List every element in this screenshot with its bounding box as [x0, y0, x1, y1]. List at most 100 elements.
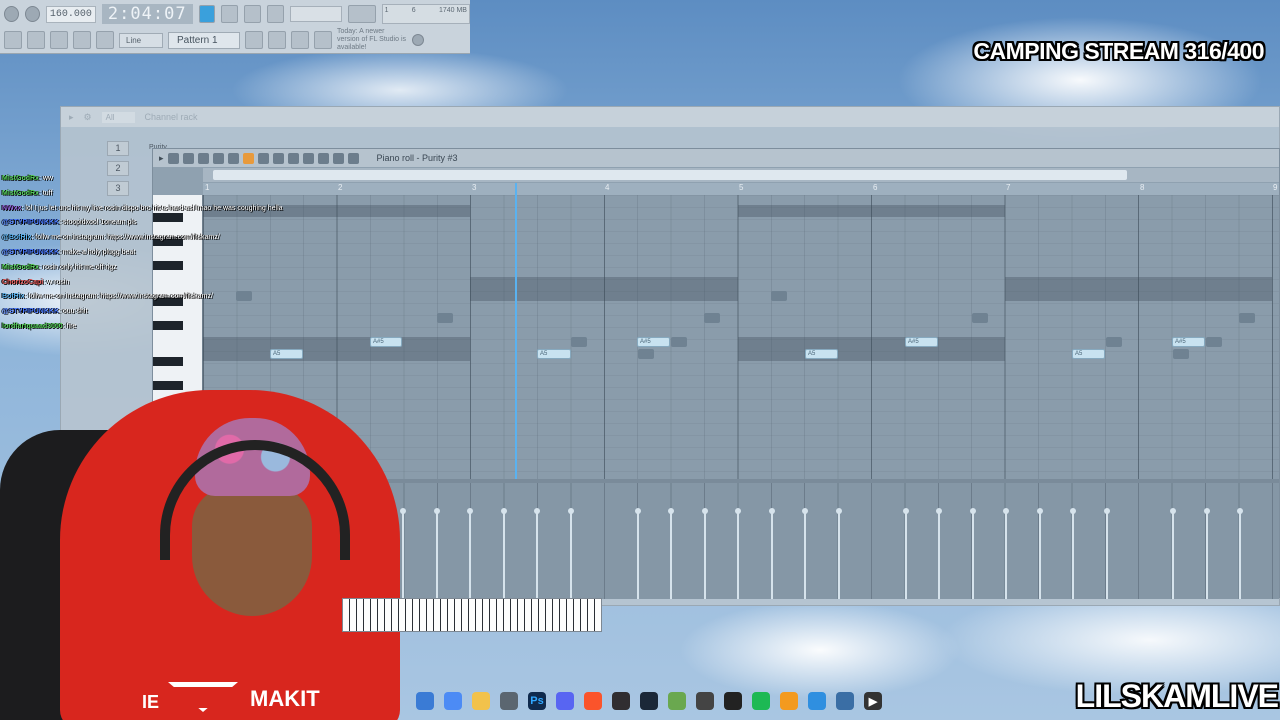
velocity-stem[interactable]	[467, 508, 473, 599]
velocity-stem[interactable]	[802, 508, 808, 599]
menu-arrow-icon[interactable]: ▸	[159, 153, 164, 164]
velocity-stem[interactable]	[1070, 508, 1076, 599]
ghost-lane	[1005, 277, 1272, 301]
master-volume-slider[interactable]	[347, 5, 376, 23]
velocity-stem[interactable]	[702, 508, 708, 599]
velocity-stem[interactable]	[501, 508, 507, 599]
velocity-stem[interactable]	[1170, 508, 1176, 599]
play-icon[interactable]	[182, 152, 194, 164]
brave-icon[interactable]	[584, 692, 602, 710]
chat-username[interactable]: MistGodRx	[2, 175, 39, 182]
mixer-icon[interactable]	[27, 31, 45, 49]
playback-tool-icon[interactable]	[347, 152, 359, 164]
edge-icon[interactable]	[808, 692, 826, 710]
note-a-sharp-5[interactable]: A#5	[637, 337, 670, 347]
piano-roll-shortcut-icon[interactable]	[245, 31, 263, 49]
pattern-selector[interactable]: Pattern 1	[168, 31, 240, 49]
folder-icon[interactable]	[472, 692, 490, 710]
chat-username[interactable]: NWxx	[2, 205, 21, 212]
chat-username[interactable]: MistGodRx	[2, 190, 39, 197]
song-mode-button[interactable]	[221, 5, 239, 23]
layers-icon[interactable]	[668, 692, 686, 710]
stop-button[interactable]	[4, 6, 19, 22]
chat-username[interactable]: @BotRix	[2, 234, 31, 241]
loop-icon[interactable]	[212, 152, 224, 164]
velocity-stem[interactable]	[769, 508, 775, 599]
spotify-icon[interactable]	[752, 692, 770, 710]
snap-icon[interactable]	[4, 31, 22, 49]
paint-tool-icon[interactable]	[257, 152, 269, 164]
undo-icon[interactable]	[227, 152, 239, 164]
discord-icon[interactable]	[556, 692, 574, 710]
capcut-icon[interactable]	[724, 692, 742, 710]
chat-username[interactable]: lordfartquaad3000	[2, 323, 63, 330]
online-icon[interactable]	[314, 31, 332, 49]
chat-username[interactable]: BotRix	[2, 293, 25, 300]
notepad-icon[interactable]	[836, 692, 854, 710]
record-button[interactable]	[24, 6, 40, 22]
note-a-sharp-5[interactable]: A#5	[1172, 337, 1205, 347]
channel-filter-select[interactable]: All	[101, 111, 135, 123]
velocity-stem[interactable]	[1003, 508, 1009, 599]
chat-username[interactable]: @STYPIPUNKKK	[2, 249, 59, 256]
plugin-picker-icon[interactable]	[96, 31, 114, 49]
chat-username[interactable]: ChorizoCapi	[2, 279, 43, 286]
chat-username[interactable]: MistGodRx	[2, 264, 39, 271]
chat-message: @STYPIPUNKKK: make a holy plugg beat	[2, 246, 422, 261]
velocity-stem[interactable]	[1204, 508, 1210, 599]
snap-select[interactable]: Line	[119, 32, 163, 48]
fl-studio-icon[interactable]	[780, 692, 798, 710]
metronome-button[interactable]	[244, 5, 261, 23]
velocity-stem[interactable]	[836, 508, 842, 599]
zoom-tool-icon[interactable]	[332, 152, 344, 164]
note-a-sharp-5[interactable]: A#5	[905, 337, 938, 347]
note-a-5[interactable]: A5	[805, 349, 838, 359]
wait-record-button[interactable]	[266, 5, 284, 23]
velocity-stem[interactable]	[936, 508, 942, 599]
velocity-stem[interactable]	[534, 508, 540, 599]
note-a-5[interactable]: A5	[1072, 349, 1105, 359]
tempo-display[interactable]: 160.000	[45, 5, 96, 23]
note-a-sharp-5[interactable]: A#5	[370, 337, 402, 347]
velocity-stem[interactable]	[1104, 508, 1110, 599]
pattern-mode-button[interactable]	[198, 5, 216, 23]
velocity-stem[interactable]	[635, 508, 641, 599]
file-explorer-icon[interactable]	[416, 692, 434, 710]
browser-icon[interactable]	[73, 31, 91, 49]
update-icon[interactable]	[412, 34, 424, 46]
playlist-icon[interactable]	[50, 31, 68, 49]
channel-rack-menu-icon[interactable]: ▸	[69, 112, 74, 123]
record-icon[interactable]	[197, 152, 209, 164]
photoshop-icon[interactable]: Ps	[528, 692, 546, 710]
delete-tool-icon[interactable]	[272, 152, 284, 164]
chrome-icon[interactable]	[444, 692, 462, 710]
apple-music-icon[interactable]	[696, 692, 714, 710]
steam-icon[interactable]	[640, 692, 658, 710]
mixer-shortcut-icon[interactable]	[291, 31, 309, 49]
clipboard-icon[interactable]	[500, 692, 518, 710]
note-a-5[interactable]: A5	[537, 349, 571, 359]
channel-rack-settings-icon[interactable]: ⚙	[84, 112, 92, 123]
media-player-icon[interactable]: ▶	[864, 692, 882, 710]
channel-rack-shortcut-icon[interactable]	[268, 31, 286, 49]
velocity-stem[interactable]	[903, 508, 909, 599]
chat-username[interactable]: @STYPIPUNKKK	[2, 308, 59, 315]
black-key[interactable]	[153, 381, 183, 390]
black-key[interactable]	[153, 357, 183, 366]
slice-tool-icon[interactable]	[302, 152, 314, 164]
velocity-stem[interactable]	[668, 508, 674, 599]
obs-icon[interactable]	[612, 692, 630, 710]
chat-username[interactable]: @STYPIPUNKKK	[2, 219, 59, 226]
channel-number-1[interactable]: 1	[107, 141, 129, 156]
mute-tool-icon[interactable]	[287, 152, 299, 164]
velocity-stem[interactable]	[1237, 508, 1243, 599]
note-a-5[interactable]: A5	[270, 349, 303, 359]
draw-tool-icon[interactable]	[242, 152, 254, 164]
velocity-stem[interactable]	[970, 508, 976, 599]
velocity-stem[interactable]	[568, 508, 574, 599]
select-tool-icon[interactable]	[317, 152, 329, 164]
velocity-stem[interactable]	[434, 508, 440, 599]
magnet-icon[interactable]	[167, 152, 179, 164]
velocity-stem[interactable]	[1037, 508, 1043, 599]
velocity-stem[interactable]	[735, 508, 741, 599]
